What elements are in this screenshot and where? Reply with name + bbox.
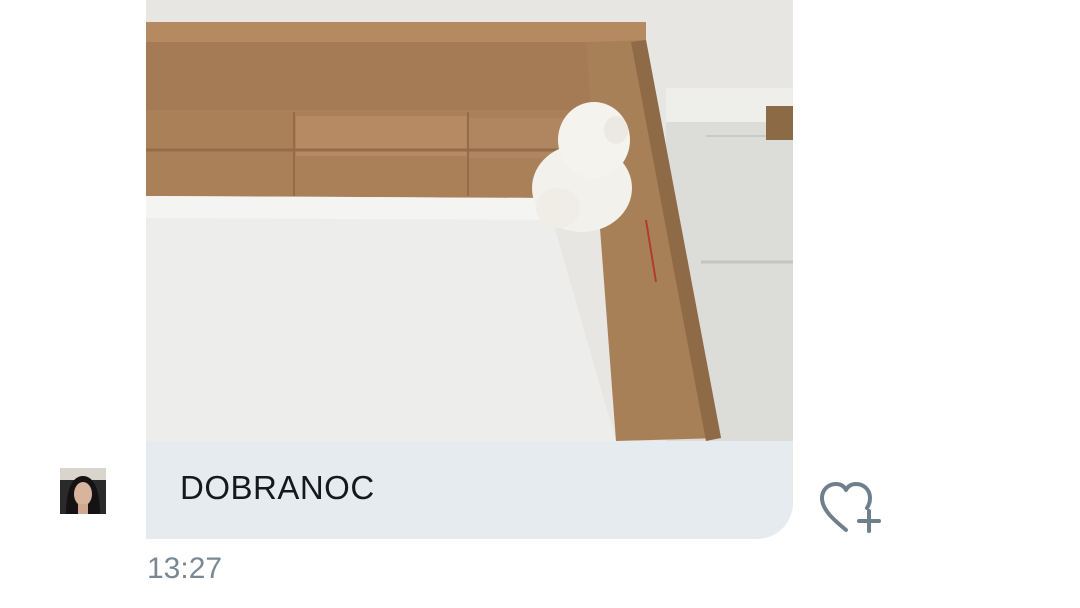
heart-plus-icon — [820, 482, 881, 533]
message-bubble[interactable]: DOBRANOC — [146, 441, 793, 539]
message-photo[interactable] — [146, 0, 793, 441]
avatar-image — [60, 468, 106, 514]
avatar[interactable] — [60, 468, 106, 514]
message-timestamp: 13:27 — [147, 552, 223, 585]
message-text: DOBRANOC — [180, 469, 375, 506]
photo-image — [146, 0, 793, 441]
like-button[interactable] — [816, 478, 886, 538]
